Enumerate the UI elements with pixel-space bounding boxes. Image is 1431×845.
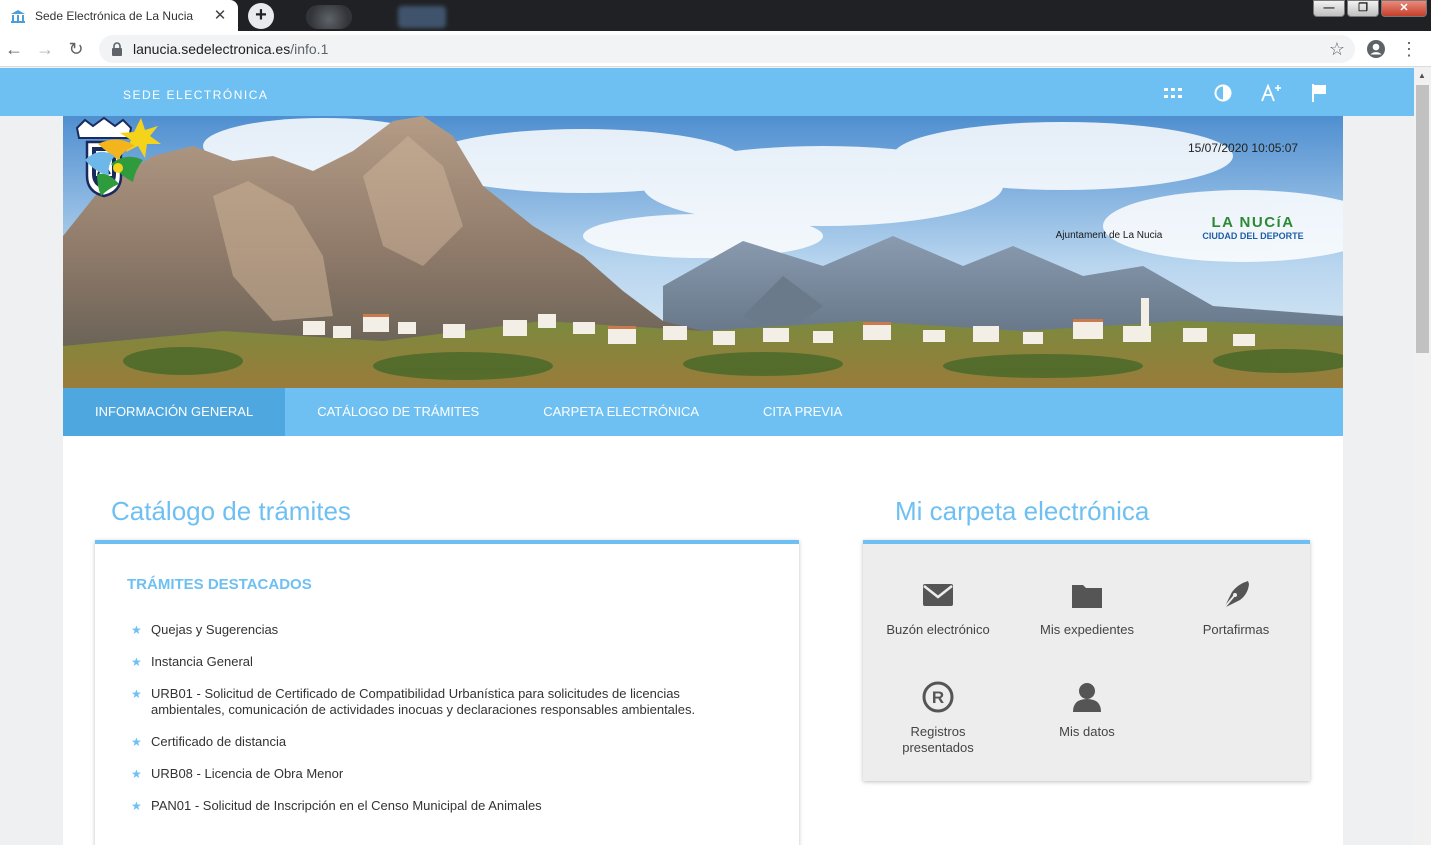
close-window-button[interactable]: ✕ (1381, 0, 1427, 17)
procedure-link[interactable]: URB01 - Solicitud de Certificado de Comp… (151, 686, 695, 717)
logo-title: LA NUCíA (1211, 214, 1295, 231)
minimize-button[interactable]: — (1313, 0, 1345, 17)
crest-label: Ajuntament de La Nucia (1055, 230, 1163, 241)
carpeta-item-label: Buzón electrónico (886, 622, 990, 637)
procedure-item[interactable]: ★ Quejas y Sugerencias (127, 622, 757, 638)
bookmark-star-icon[interactable]: ☆ (1329, 39, 1345, 60)
reload-icon[interactable]: ↻ (66, 39, 86, 59)
background-tab-icon-2 (398, 6, 446, 28)
carpeta-panel: Buzón electrónico Mis expedientes Portaf… (863, 540, 1310, 781)
carpeta-item-registros[interactable]: R Registros presentados (863, 680, 1013, 756)
featured-procedures-list: ★ Quejas y Sugerencias ★ Instancia General… (127, 622, 757, 830)
carpeta-item-label: Portafirmas (1202, 622, 1270, 637)
procedure-item[interactable]: ★ Certificado de distancia (127, 734, 757, 750)
header-banner: 15/07/2020 10:05:07 Ajuntament de La Nuc… (63, 116, 1343, 388)
restore-button[interactable]: ❐ (1347, 0, 1379, 17)
scrollbar-thumb[interactable] (1416, 85, 1429, 353)
carpeta-item-label: Mis expedientes (1040, 622, 1134, 637)
landscape-image (63, 116, 1343, 388)
background-tab-icon (306, 5, 352, 29)
star-bullet-icon: ★ (131, 767, 142, 781)
window-controls: — ❐ ✕ (1313, 0, 1427, 17)
flag-icon[interactable] (1308, 82, 1330, 104)
procedure-link[interactable]: PAN01 - Solicitud de Inscripción en el C… (151, 798, 542, 813)
forward-arrow-icon[interactable]: → (35, 39, 55, 59)
registered-icon: R (863, 680, 1013, 714)
carpeta-title: Mi carpeta electrónica (895, 496, 1150, 526)
nav-item-informacion-general[interactable]: INFORMACIÓN GENERAL (63, 388, 286, 436)
lock-icon (111, 42, 123, 56)
carpeta-item-label: Mis datos (1059, 724, 1115, 739)
nav-item-cita-previa[interactable]: CITA PREVIA (731, 388, 874, 436)
procedure-link[interactable]: Certificado de distancia (151, 734, 286, 749)
carpeta-item-label: Registros presentados (902, 724, 974, 755)
font-size-icon[interactable] (1260, 82, 1282, 104)
logo-subtitle: CIUDAD DEL DEPORTE (1202, 231, 1304, 241)
tab-close-icon[interactable]: ✕ (212, 7, 228, 24)
main-navigation: INFORMACIÓN GENERAL CATÁLOGO DE TRÁMITES… (63, 388, 1343, 436)
procedure-link[interactable]: Quejas y Sugerencias (151, 622, 278, 637)
svg-text:R: R (932, 688, 944, 707)
star-bullet-icon: ★ (131, 799, 142, 813)
user-icon (1012, 680, 1162, 714)
apps-grid-icon[interactable] (1163, 82, 1185, 104)
folder-icon (1012, 578, 1162, 612)
la-nucia-logo-icon (85, 118, 161, 196)
scroll-up-arrow-icon[interactable]: ▲ (1418, 71, 1426, 80)
browser-tabstrip: Sede Electrónica de La Nucia ✕ + — ❐ ✕ (0, 0, 1431, 31)
procedure-item[interactable]: ★ PAN01 - Solicitud de Inscripción en el … (127, 798, 757, 814)
star-bullet-icon: ★ (131, 687, 142, 701)
nav-item-catalogo-tramites[interactable]: CATÁLOGO DE TRÁMITES (285, 388, 511, 436)
address-bar[interactable]: lanucia.sedelectronica.es/info.1 ☆ (99, 35, 1355, 63)
url-path: /info.1 (290, 41, 329, 57)
catalogo-title: Catálogo de trámites (111, 496, 351, 526)
contrast-icon[interactable] (1212, 82, 1234, 104)
building-icon (10, 8, 26, 24)
procedure-link[interactable]: URB08 - Licencia de Obra Menor (151, 766, 343, 781)
procedure-item[interactable]: ★ URB01 - Solicitud de Certificado de Com… (127, 686, 757, 718)
procedure-item[interactable]: ★ Instancia General (127, 654, 757, 670)
browser-tab[interactable]: Sede Electrónica de La Nucia ✕ (0, 0, 238, 31)
nav-item-carpeta-electronica[interactable]: CARPETA ELECTRÓNICA (511, 388, 731, 436)
account-icon[interactable] (1366, 39, 1386, 59)
featured-procedures-heading: TRÁMITES DESTACADOS (127, 576, 312, 593)
browser-toolbar: ← → ↻ lanucia.sedelectronica.es/info.1 ☆… (0, 31, 1431, 67)
site-brand[interactable]: SEDE ELECTRÓNICA (123, 88, 268, 102)
carpeta-item-buzon[interactable]: Buzón electrónico (863, 578, 1013, 638)
carpeta-item-portafirmas[interactable]: Portafirmas (1161, 578, 1311, 638)
star-bullet-icon: ★ (131, 623, 142, 637)
current-datetime: 15/07/2020 10:05:07 (1188, 141, 1299, 155)
procedure-link[interactable]: Instancia General (151, 654, 253, 669)
site-topbar: SEDE ELECTRÓNICA (0, 68, 1414, 116)
pen-nib-icon (1161, 578, 1311, 612)
envelope-icon (863, 578, 1013, 612)
more-menu-icon[interactable]: ⋮ (1399, 39, 1419, 59)
page-scrollbar[interactable]: ▲ (1414, 68, 1431, 845)
catalogo-panel: TRÁMITES DESTACADOS ★ Quejas y Sugerencia… (95, 540, 799, 845)
carpeta-item-expedientes[interactable]: Mis expedientes (1012, 578, 1162, 638)
tab-title: Sede Electrónica de La Nucia (35, 8, 194, 23)
star-bullet-icon: ★ (131, 655, 142, 669)
procedure-item[interactable]: ★ URB08 - Licencia de Obra Menor (127, 766, 757, 782)
star-bullet-icon: ★ (131, 735, 142, 749)
url-host: lanucia.sedelectronica.es (133, 41, 291, 57)
back-arrow-icon[interactable]: ← (4, 39, 24, 59)
carpeta-item-datos[interactable]: Mis datos (1012, 680, 1162, 740)
new-tab-button[interactable]: + (248, 3, 274, 29)
main-content: Catálogo de trámites TRÁMITES DESTACADOS… (63, 436, 1343, 845)
